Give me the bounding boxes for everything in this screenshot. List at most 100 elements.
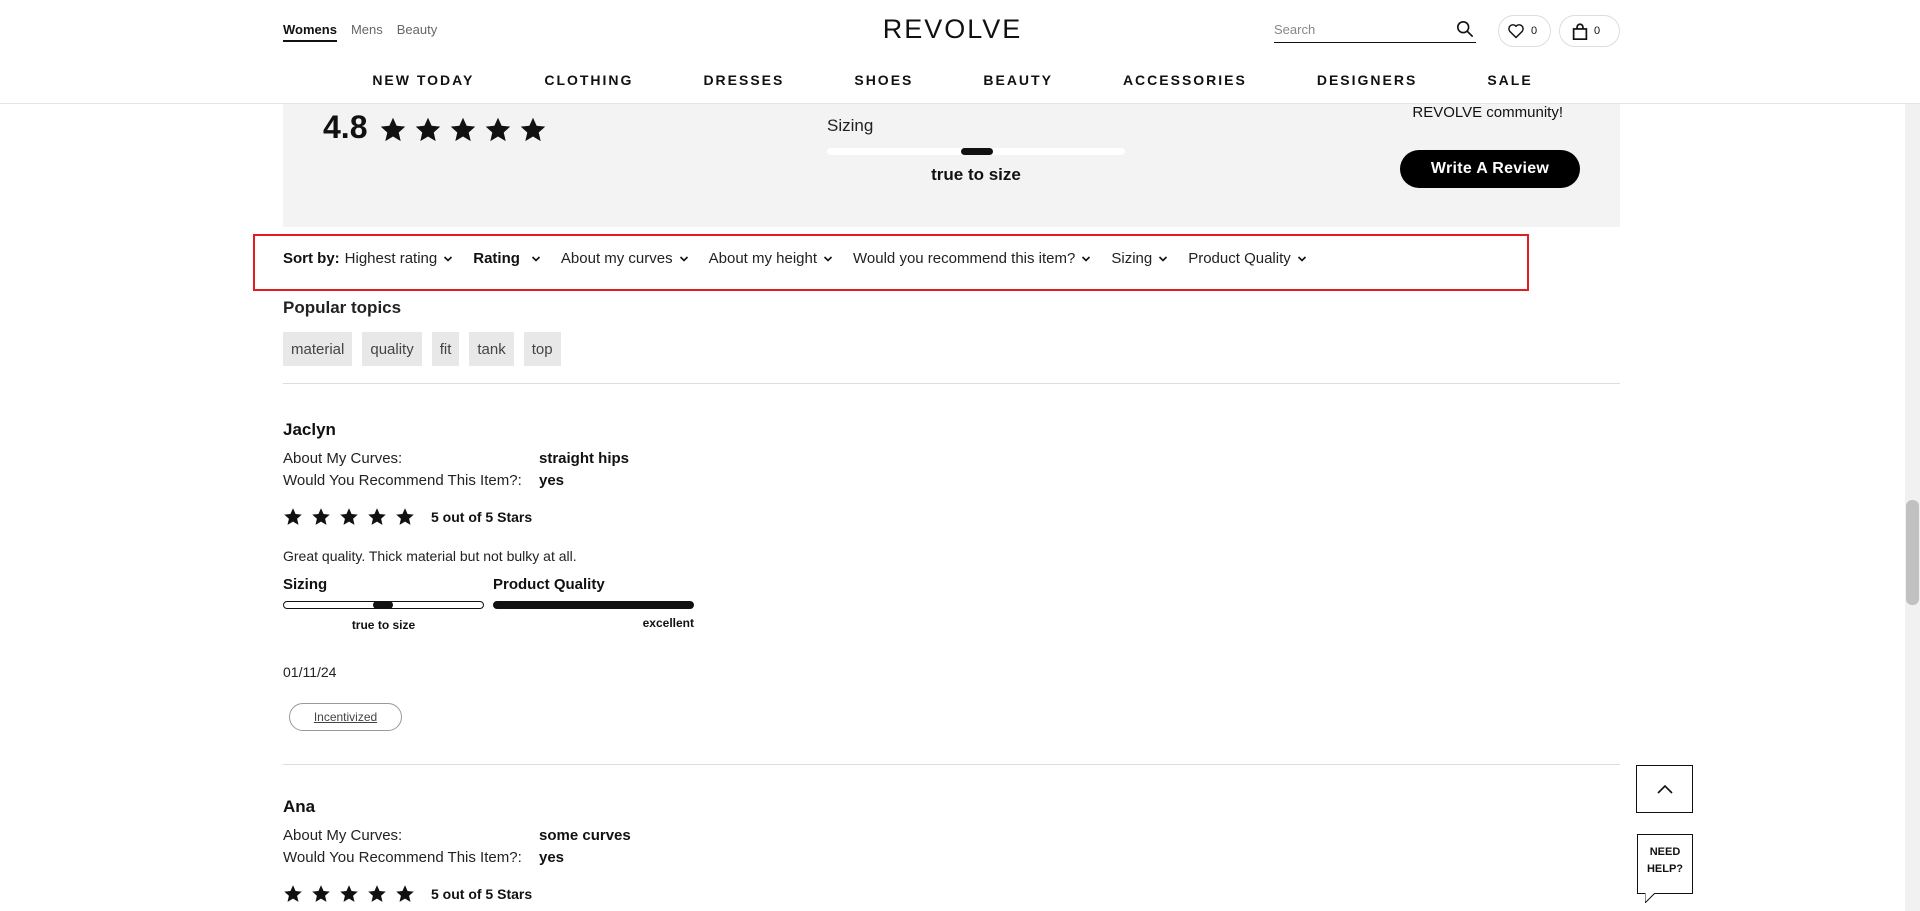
star-icon (396, 885, 414, 902)
need-help-button[interactable]: NEED HELP? (1637, 834, 1693, 894)
nav-new-today[interactable]: NEW TODAY (337, 72, 509, 88)
review-date: 01/11/24 (283, 664, 337, 680)
chevron-up-icon (1656, 784, 1673, 794)
attribute-key: Would You Recommend This Item?: (283, 472, 522, 489)
nav-clothing[interactable]: CLOTHING (509, 72, 668, 88)
community-text: REVOLVE community! (1412, 104, 1563, 121)
height-filter[interactable]: About my height (709, 250, 833, 267)
attribute-key: About My Curves: (283, 827, 403, 844)
recommend-filter-label: Would you recommend this item? (853, 250, 1076, 267)
wishlist-button[interactable]: 0 (1498, 15, 1551, 47)
rating-text: 5 out of 5 Stars (431, 509, 533, 525)
attribute-value: yes (539, 472, 565, 489)
quality-filter[interactable]: Product Quality (1188, 250, 1307, 267)
chevron-down-icon (1297, 255, 1306, 262)
nav-designers[interactable]: DESIGNERS (1282, 72, 1452, 88)
star-icon (368, 508, 386, 525)
rating-filter[interactable]: Rating (473, 250, 541, 267)
star-icon (368, 885, 386, 902)
average-rating: 4.8 (323, 109, 368, 145)
review-attribute: About My Curves: straight hips (283, 450, 629, 467)
attribute-value: straight hips (539, 450, 630, 467)
need-help-line: HELP? (1646, 863, 1684, 875)
category-nav: NEW TODAY CLOTHING DRESSES SHOES BEAUTY … (0, 72, 1905, 88)
quality-filter-label: Product Quality (1188, 250, 1291, 267)
back-to-top-button[interactable] (1636, 765, 1693, 813)
topic-chip[interactable]: fit (431, 332, 460, 366)
sizing-indicator (373, 601, 393, 609)
site-header: Womens Mens Beauty REVOLVE 0 0 NEW TODAY… (0, 0, 1920, 104)
search-input[interactable] (1274, 18, 1444, 40)
sizing-filter-label: Sizing (1111, 250, 1153, 267)
review-item: Ana About My Curves: some curves Would Y… (283, 797, 983, 911)
chevron-down-icon (1159, 255, 1168, 262)
reviewer-name: Ana (283, 797, 316, 816)
write-review-button[interactable]: Write A Review (1400, 150, 1580, 188)
sizing-filter[interactable]: Sizing (1111, 250, 1168, 267)
incentivized-badge[interactable]: Incentivized (289, 703, 402, 731)
star-icon (284, 885, 302, 902)
quality-bar (493, 601, 694, 609)
attribute-key: About My Curves: (283, 450, 403, 467)
quality-label: Product Quality (493, 576, 605, 593)
scrollbar-thumb[interactable] (1906, 500, 1919, 605)
shopping-bag-button[interactable]: 0 (1559, 15, 1620, 47)
star-icon (312, 508, 330, 525)
curves-filter[interactable]: About my curves (561, 250, 689, 267)
chevron-down-icon (531, 255, 540, 262)
rating-text: 5 out of 5 Stars (431, 886, 533, 902)
chat-bubble-tail-icon (1645, 893, 1656, 903)
topic-chip[interactable]: top (523, 332, 561, 366)
review-attribute: Would You Recommend This Item?: yes (283, 849, 564, 866)
search-box (1274, 18, 1476, 43)
review-item: Jaclyn About My Curves: straight hips Wo… (283, 420, 983, 740)
sort-label: Sort by: (283, 250, 340, 267)
review-filters: Sort by: Highest rating Rating About my … (283, 250, 1327, 267)
height-filter-label: About my height (708, 250, 818, 267)
review-attribute: Would You Recommend This Item?: yes (283, 472, 564, 489)
nav-dresses[interactable]: DRESSES (668, 72, 819, 88)
wishlist-count: 0 (1531, 25, 1538, 37)
attribute-value: some curves (539, 827, 631, 844)
review-attribute: About My Curves: some curves (283, 827, 631, 844)
topic-chip[interactable]: quality (362, 332, 422, 366)
review-rating: 5 out of 5 Stars (283, 884, 532, 904)
nav-shoes[interactable]: SHOES (819, 72, 948, 88)
reviewer-name: Jaclyn (283, 420, 336, 439)
sort-dropdown[interactable]: Sort by: Highest rating (283, 250, 453, 267)
star-icon (284, 508, 302, 525)
scrollbar-track[interactable] (1905, 0, 1920, 911)
topic-chip[interactable]: material (283, 332, 353, 366)
chevron-down-icon (823, 255, 833, 262)
nav-beauty[interactable]: BEAUTY (948, 72, 1088, 88)
attribute-key: Would You Recommend This Item?: (283, 849, 522, 866)
sizing-value: true to size (351, 618, 416, 632)
heart-icon (1508, 24, 1524, 39)
rating-filter-label: Rating (473, 250, 520, 267)
topic-chip[interactable]: tank (469, 332, 514, 366)
shopping-bag-icon (1572, 22, 1588, 40)
star-icon (485, 117, 511, 142)
divider (283, 383, 1620, 384)
quality-value: excellent (642, 616, 694, 630)
ratings-summary: 4.8 Sizing true to size REVOLVE communit… (283, 104, 1620, 227)
star-icon (415, 117, 441, 142)
review-rating: 5 out of 5 Stars (283, 507, 532, 527)
popular-topics-title: Popular topics (283, 298, 402, 317)
nav-accessories[interactable]: ACCESSORIES (1088, 72, 1282, 88)
chevron-down-icon (1082, 255, 1091, 262)
sizing-summary-label: Sizing (827, 116, 874, 135)
sort-value: Highest rating (344, 250, 438, 267)
chevron-down-icon (444, 255, 453, 262)
sizing-summary-indicator (961, 148, 993, 155)
popular-topics: material quality fit tank top (283, 332, 561, 366)
sizing-summary-value: true to size (931, 165, 1021, 184)
recommend-filter[interactable]: Would you recommend this item? (853, 250, 1091, 267)
sizing-label: Sizing (283, 576, 328, 593)
search-icon[interactable] (1456, 20, 1474, 38)
bag-count: 0 (1594, 25, 1601, 37)
need-help-line: NEED (1649, 846, 1681, 858)
nav-sale[interactable]: SALE (1452, 72, 1567, 88)
average-rating-stars (379, 116, 547, 144)
curves-filter-label: About my curves (560, 250, 673, 267)
